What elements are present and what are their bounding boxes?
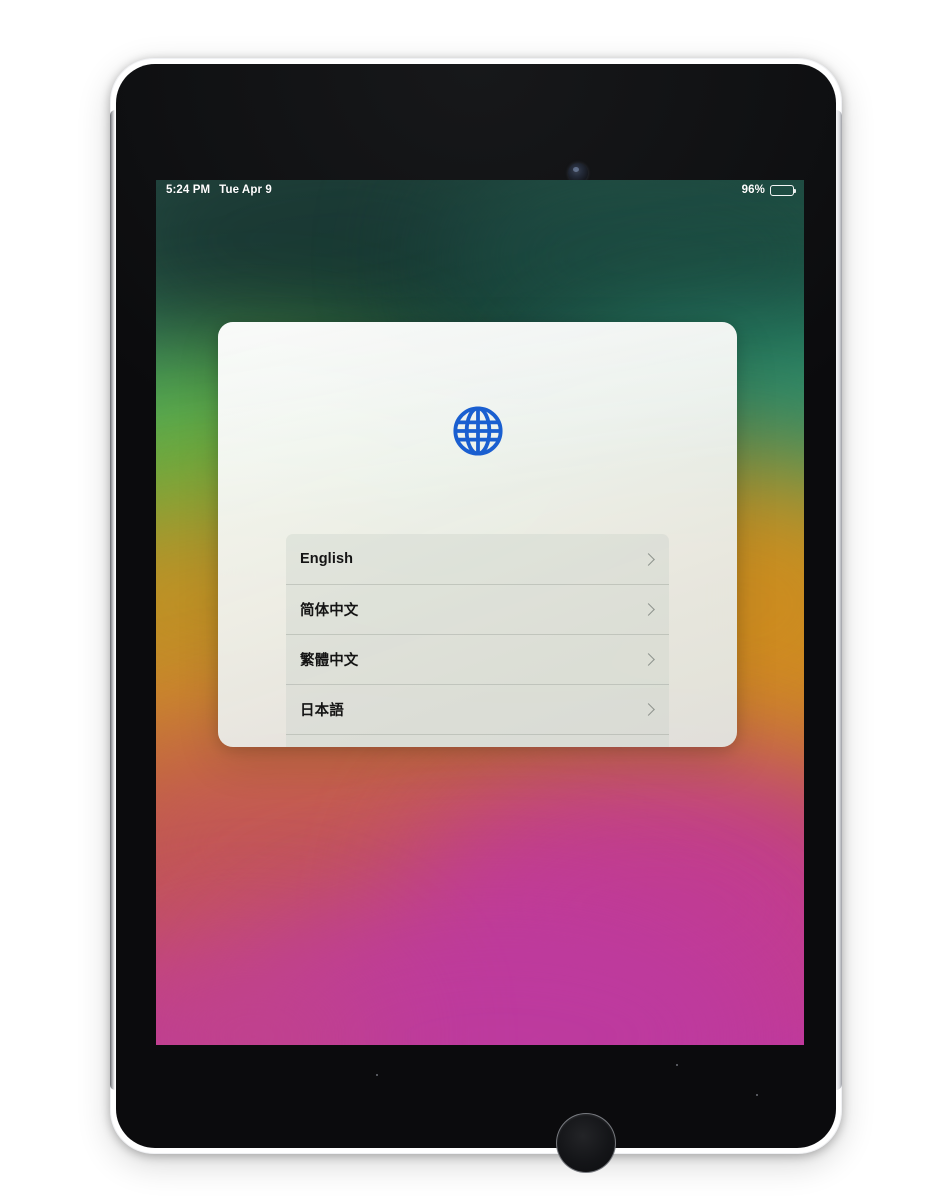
language-list: English 简体中文 繁體中文 日本語 [286,534,669,747]
chevron-right-icon [642,652,655,666]
home-button[interactable] [556,1113,616,1173]
device-right-edge [835,110,842,1090]
tablet-screen: 5:24 PM Tue Apr 9 96% English 简体中文 繁體中文 … [156,180,804,1045]
language-label: 日本語 [300,702,344,719]
language-label: 简体中文 [300,602,359,619]
language-label: 繁體中文 [300,652,359,669]
globe-icon [452,406,503,456]
battery-icon [770,184,797,196]
tablet-device: 5:24 PM Tue Apr 9 96% English 简体中文 繁體中文 … [110,58,842,1173]
chevron-right-icon [642,702,655,716]
photo-stage: 5:24 PM Tue Apr 9 96% English 简体中文 繁體中文 … [0,0,952,1200]
language-row-spanish[interactable]: Español [286,734,669,747]
chevron-right-icon [642,552,655,566]
dust-speck [376,1074,378,1076]
status-bar-right: 96% [741,184,797,196]
language-label: English [300,551,354,567]
language-row-english[interactable]: English [286,534,669,584]
battery-percent-label: 96% [741,184,765,196]
chevron-right-icon [642,602,655,616]
device-left-edge [110,110,115,1090]
language-selection-card: English 简体中文 繁體中文 日本語 [218,322,737,747]
status-date: Tue Apr 9 [219,184,272,196]
language-row-japanese[interactable]: 日本語 [286,684,669,734]
language-row-traditional-chinese[interactable]: 繁體中文 [286,634,669,684]
dust-speck [756,1094,758,1096]
status-bar-left: 5:24 PM Tue Apr 9 [166,184,272,196]
status-bar: 5:24 PM Tue Apr 9 96% [156,180,804,200]
language-row-simplified-chinese[interactable]: 简体中文 [286,584,669,634]
dust-speck [676,1064,678,1066]
globe-icon-wrap [218,402,737,460]
status-time: 5:24 PM [166,184,211,196]
